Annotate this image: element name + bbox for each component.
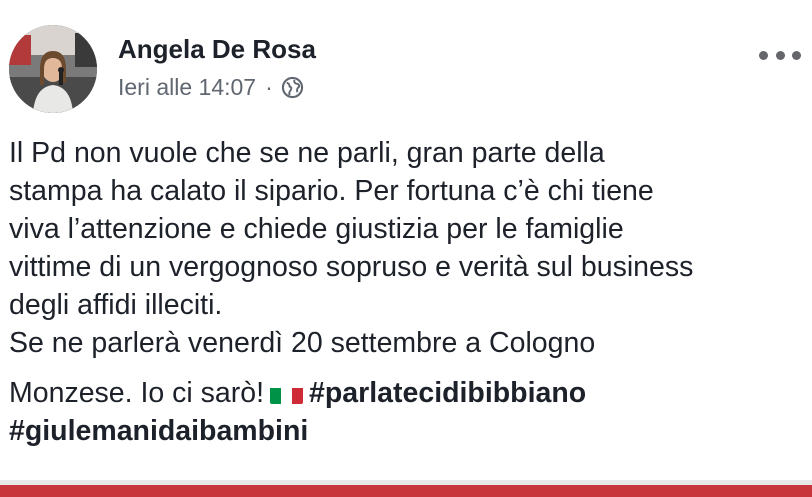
post-text-line-with-hashtag: Monzese. Io ci sarò! #parlatecidibibbiano xyxy=(9,374,809,412)
post-timestamp[interactable]: Ieri alle 14:07 xyxy=(118,74,256,101)
post-text-line-hashtag: #giulemanidaibambini xyxy=(9,412,809,450)
author-name[interactable]: Angela De Rosa xyxy=(118,34,316,65)
meta-separator: · xyxy=(265,74,273,100)
more-dot xyxy=(792,50,801,60)
post-text-line: stampa ha calato il sipario. Per fortuna… xyxy=(9,175,654,207)
more-dot xyxy=(759,50,768,60)
more-options-icon[interactable] xyxy=(759,48,801,62)
post-text: Il Pd non vuole che se ne parli, gran pa… xyxy=(9,134,809,450)
hashtag-link[interactable]: #giulemanidaibambini xyxy=(9,415,308,447)
facebook-post: Angela De Rosa Ieri alle 14:07 · Il Pd n… xyxy=(0,0,812,497)
post-text-fragment: Monzese. Io ci sarò! xyxy=(9,377,265,409)
avatar-photo xyxy=(9,25,97,113)
post-text-line: vittime di un vergognoso sopruso e verit… xyxy=(9,251,694,283)
post-meta: Ieri alle 14:07 · xyxy=(118,74,304,101)
italy-flag-icon xyxy=(270,382,304,404)
post-text-line: Il Pd non vuole che se ne parli, gran pa… xyxy=(9,137,605,169)
avatar[interactable] xyxy=(9,25,97,113)
post-text-line: Se ne parlerà venerdì 20 settembre a Col… xyxy=(9,327,596,359)
bottom-color-bar xyxy=(0,485,812,497)
post-text-line: viva l’attenzione e chiede giustizia per… xyxy=(9,213,624,245)
more-dot xyxy=(775,50,785,60)
post-text-line: degli affidi illeciti. xyxy=(9,289,223,321)
hashtag-link[interactable]: #parlatecidibibbiano xyxy=(309,377,586,409)
globe-icon[interactable] xyxy=(281,76,304,99)
